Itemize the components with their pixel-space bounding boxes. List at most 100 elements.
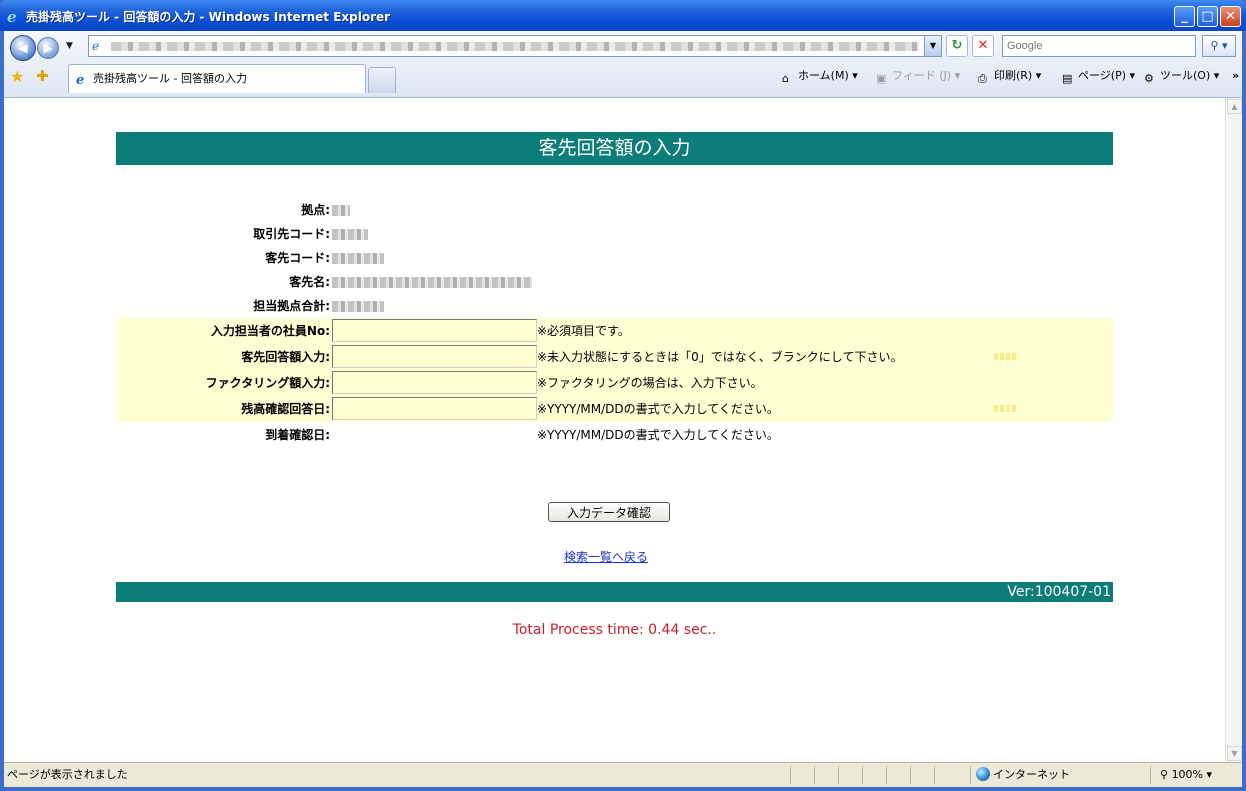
confirm-input-button[interactable]: 入力データ確認 [548, 502, 670, 522]
home-icon: ⌂ [782, 72, 789, 85]
vertical-scrollbar[interactable]: ▲ ▼ [1225, 98, 1242, 762]
field-label: 客先コード: [265, 251, 330, 265]
search-icon: ⚲ ▾ [1210, 39, 1228, 52]
back-button[interactable]: ◀ [10, 35, 36, 61]
tools-menu-button[interactable]: ⚙ ツール(O) ▾ [1144, 67, 1219, 85]
input-row-factoring: ファクタリング額入力: ※ファクタリングの場合は、入力下さい。 [116, 370, 1113, 396]
back-arrow-icon: ◀ [18, 41, 28, 55]
answer-date-input[interactable] [332, 397, 537, 420]
status-divider [814, 766, 815, 784]
forward-button[interactable]: ▶ [37, 37, 59, 59]
back-to-search-link[interactable]: 検索一覧へ戻る [564, 548, 648, 565]
feeds-label: フィード (J) [892, 69, 952, 82]
page-menu-label: ページ(P) [1078, 69, 1126, 82]
field-row-arrival-date: 到着確認日: ※YYYY/MM/DDの書式で入力してください。 [116, 422, 1113, 448]
zone-label: インターネット [993, 768, 1070, 781]
globe-icon [976, 767, 990, 781]
tools-label: ツール(O) [1160, 69, 1211, 82]
input-label: ファクタリング額入力: [205, 376, 330, 390]
window-title: 売掛残高ツール - 回答額の入力 - Windows Internet Expl… [26, 10, 391, 24]
field-label: 取引先コード: [253, 227, 330, 241]
scroll-down-icon[interactable]: ▼ [1227, 746, 1242, 761]
status-divider [1150, 766, 1151, 784]
status-divider [970, 766, 971, 784]
page-menu-button[interactable]: ▤ ページ(P) ▾ [1062, 67, 1135, 85]
print-label: 印刷(R) [994, 69, 1033, 82]
home-button[interactable]: ⌂ ホーム(M) ▾ [782, 67, 858, 85]
page-icon: ℯ [92, 39, 100, 53]
close-window-button[interactable]: ✕ [1220, 6, 1241, 27]
stop-button[interactable]: ✕ [972, 35, 994, 57]
svg-text:e: e [7, 8, 17, 24]
security-zone[interactable]: インターネット [976, 763, 1070, 787]
status-divider [838, 766, 839, 784]
tab-title: 売掛残高ツール - 回答額の入力 [93, 72, 247, 85]
zoom-level: 100% [1171, 768, 1204, 781]
forward-arrow-icon: ▶ [43, 41, 53, 55]
status-bar: ページが表示されました インターネット ⚲ 100% ▾ [4, 762, 1242, 787]
printer-icon: ⎙ [978, 72, 987, 85]
gear-icon: ⚙ [1144, 72, 1154, 85]
maximize-button[interactable]: □ [1197, 6, 1218, 27]
field-value-redacted [332, 301, 384, 312]
favorites-star-icon[interactable]: ★ [10, 67, 24, 86]
field-label: 担当拠点合計: [253, 299, 330, 313]
factoring-amount-input[interactable] [332, 371, 537, 394]
version-label: Ver:100407-01 [1007, 584, 1111, 600]
search-input[interactable] [1002, 35, 1196, 57]
page-title: 客先回答額の入力 [116, 132, 1113, 165]
ie-logo-icon: e [7, 8, 17, 24]
customer-answer-amount-input[interactable] [332, 345, 537, 368]
page-menu-icon: ▤ [1062, 72, 1073, 85]
answer-form: 拠点: 取引先コード: 客先コード: 客先名: 担当拠点合計: 入力担当者の社員… [116, 198, 1113, 638]
field-value-redacted [332, 253, 384, 264]
field-value-redacted [332, 229, 368, 240]
svg-text:e: e [76, 73, 84, 86]
toolbar-overflow-button[interactable]: » [1232, 67, 1239, 85]
window-titlebar[interactable]: e 売掛残高ツール - 回答額の入力 - Windows Internet Ex… [0, 0, 1246, 31]
status-divider [790, 766, 791, 784]
field-label: 到着確認日: [265, 428, 330, 442]
add-favorites-icon[interactable]: ✚ [36, 67, 49, 85]
address-bar[interactable]: ℯ ▼ [88, 35, 942, 57]
input-row-answer-date: 残高確認回答日: ※YYYY/MM/DDの書式で入力してください。 [116, 396, 1113, 422]
tab-current[interactable]: e 売掛残高ツール - 回答額の入力 [68, 64, 366, 93]
input-note: ※未入力状態にするときは「0」ではなく、ブランクにして下さい。 [537, 350, 903, 364]
address-dropdown-button[interactable]: ▼ [924, 36, 941, 56]
version-band: Ver:100407-01 [116, 582, 1113, 602]
browser-toolbar: ◀ ▶ ▼ ℯ ▼ ↻ ✕ ⚲ ▾ ★ ✚ e 売掛残高ツール - 回答額の入力… [4, 31, 1242, 97]
home-label: ホーム(M) [798, 69, 849, 82]
page-viewport: 客先回答額の入力 拠点: 取引先コード: 客先コード: 客先名: 担当拠点合計: [4, 97, 1242, 762]
input-note: ※必須項目です。 [537, 324, 630, 338]
input-note: ※YYYY/MM/DDの書式で入力してください。 [537, 402, 779, 416]
ie-tab-icon: e [76, 73, 84, 86]
status-divider [886, 766, 887, 784]
process-time-text: Total Process time: 0.44 sec.. [512, 622, 717, 638]
input-note: ※ファクタリングの場合は、入力下さい。 [537, 376, 763, 390]
input-label: 入力担当者の社員No: [210, 324, 330, 338]
scroll-up-icon[interactable]: ▲ [1227, 99, 1242, 114]
status-text: ページが表示されました [7, 768, 128, 781]
feeds-button[interactable]: ▣ フィード (J) ▾ [876, 67, 960, 85]
faint-mark [994, 405, 1018, 412]
address-url-redacted [111, 42, 919, 51]
field-row-customer-name: 客先名: [116, 270, 1113, 294]
status-divider [910, 766, 911, 784]
refresh-button[interactable]: ↻ [946, 35, 968, 57]
input-note: ※YYYY/MM/DDの書式で入力してください。 [537, 428, 779, 442]
new-tab-button[interactable] [368, 67, 396, 93]
field-label: 拠点: [301, 203, 330, 217]
employee-no-input[interactable] [332, 319, 537, 342]
page-content: 客先回答額の入力 拠点: 取引先コード: 客先コード: 客先名: 担当拠点合計: [116, 132, 1113, 638]
print-button[interactable]: ⎙ 印刷(R) ▾ [978, 67, 1041, 85]
field-row-branch-total: 担当拠点合計: [116, 294, 1113, 318]
zoom-magnifier-icon: ⚲ [1160, 768, 1169, 781]
field-label: 客先名: [289, 275, 330, 289]
zoom-control[interactable]: ⚲ 100% ▾ [1160, 763, 1212, 787]
status-divider [934, 766, 935, 784]
minimize-button[interactable]: _ [1174, 6, 1195, 27]
history-dropdown-icon[interactable]: ▼ [66, 41, 73, 51]
field-value-redacted [332, 277, 532, 288]
search-button[interactable]: ⚲ ▾ [1202, 35, 1236, 57]
input-row-employee-no: 入力担当者の社員No: ※必須項目です。 [116, 318, 1113, 344]
